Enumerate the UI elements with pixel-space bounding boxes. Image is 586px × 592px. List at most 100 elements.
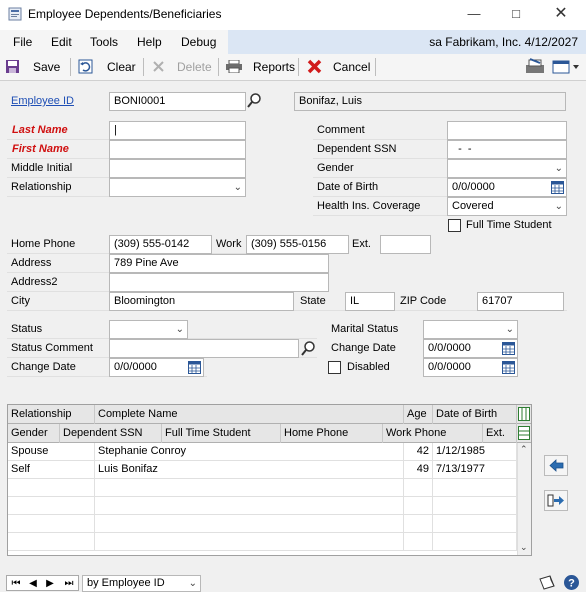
menu-tools[interactable]: Tools: [90, 35, 118, 49]
table-row[interactable]: Spouse Stephanie Conroy 42 1/12/1985: [8, 443, 517, 461]
address2-field[interactable]: [109, 273, 329, 292]
fulltime-student-checkbox[interactable]: [448, 219, 461, 232]
change-date-label: Change Date: [11, 361, 76, 373]
disabled-date-field[interactable]: 0/0/0000: [423, 358, 518, 377]
close-button[interactable]: ✕: [550, 4, 572, 24]
menu-debug[interactable]: Debug: [181, 35, 216, 49]
minimize-button[interactable]: —: [463, 4, 485, 24]
table-row[interactable]: [8, 533, 517, 551]
city-field[interactable]: Bloomington: [109, 292, 294, 311]
delete-button[interactable]: Delete: [177, 60, 212, 74]
menu-file[interactable]: File: [13, 35, 32, 49]
column-header[interactable]: Relationship: [8, 405, 95, 424]
marital-change-date-label: Change Date: [331, 342, 396, 354]
home-phone-field[interactable]: (309) 555-0142: [109, 235, 212, 254]
clear-button[interactable]: Clear: [107, 60, 136, 74]
gender-dropdown[interactable]: ⌄: [447, 159, 567, 178]
sort-order-value: by Employee ID: [87, 577, 165, 589]
table-row[interactable]: Self Luis Bonifaz 49 7/13/1977: [8, 461, 517, 479]
reports-button[interactable]: Reports: [253, 60, 295, 74]
last-name-field[interactable]: |: [109, 121, 246, 140]
ext-field[interactable]: [380, 235, 431, 254]
zip-field[interactable]: 61707: [477, 292, 564, 311]
employee-name-field: Bonifaz, Luis: [294, 92, 566, 111]
previous-record-icon[interactable]: ◀: [26, 577, 40, 591]
sort-order-dropdown[interactable]: by Employee ID ⌄: [82, 575, 201, 592]
disabled-checkbox[interactable]: [328, 361, 341, 374]
change-date-field[interactable]: 0/0/0000: [109, 358, 204, 377]
column-header[interactable]: Gender: [8, 424, 60, 443]
column-header[interactable]: Complete Name: [95, 405, 404, 424]
calendar-icon[interactable]: [502, 342, 515, 355]
status-comment-lookup-icon[interactable]: [300, 340, 317, 357]
status-dropdown[interactable]: ⌄: [109, 320, 188, 339]
column-header[interactable]: Date of Birth: [433, 405, 517, 424]
status-comment-field[interactable]: [109, 339, 299, 358]
print-window-icon[interactable]: [524, 58, 550, 76]
middle-initial-field[interactable]: [109, 159, 246, 178]
delete-icon: [153, 61, 164, 72]
table-row[interactable]: [8, 497, 517, 515]
column-header[interactable]: Home Phone: [281, 424, 383, 443]
calendar-icon[interactable]: [551, 181, 564, 194]
cancel-icon: [307, 59, 322, 74]
status-comment-label: Status Comment: [11, 342, 93, 354]
bottom-bar: ⏮ ◀ ▶ ⏭ by Employee ID ⌄ ?: [0, 572, 586, 592]
last-record-icon[interactable]: ⏭: [62, 577, 76, 591]
chevron-down-icon: ⌄: [188, 578, 197, 589]
column-header[interactable]: Full Time Student: [162, 424, 281, 443]
cancel-button[interactable]: Cancel: [333, 60, 370, 74]
work-phone-field[interactable]: (309) 555-0156: [246, 235, 349, 254]
maximize-button[interactable]: □: [505, 4, 527, 24]
table-row[interactable]: [8, 515, 517, 533]
dependent-ssn-field[interactable]: - -: [447, 140, 567, 159]
address-field[interactable]: 789 Pine Ave: [109, 254, 329, 273]
employee-id-field[interactable]: BONI0001: [109, 92, 246, 111]
first-name-field[interactable]: [109, 140, 246, 159]
dependent-ssn-label: Dependent SSN: [317, 143, 397, 155]
scroll-down-icon[interactable]: ⌄: [520, 542, 528, 553]
next-record-icon[interactable]: ▶: [43, 577, 57, 591]
first-record-icon[interactable]: ⏮: [9, 577, 23, 591]
expand-rows-icon[interactable]: [518, 407, 530, 421]
insert-row-button[interactable]: [544, 490, 568, 511]
table-row[interactable]: [8, 479, 517, 497]
scroll-up-icon[interactable]: ⌃: [520, 444, 528, 455]
column-header[interactable]: Age: [404, 405, 433, 424]
note-icon[interactable]: [538, 575, 556, 591]
address-label: Address: [11, 257, 52, 269]
svg-text:?: ?: [568, 578, 575, 590]
dob-value: 0/0/0000: [452, 181, 495, 193]
lookup-icon[interactable]: [246, 92, 263, 109]
dob-label: Date of Birth: [317, 181, 379, 193]
column-header[interactable]: Dependent SSN: [60, 424, 162, 443]
toolbar: Save Clear Delete Reports Cancel: [0, 54, 586, 81]
collapse-rows-icon[interactable]: [518, 426, 530, 440]
chevron-down-icon: ⌄: [554, 201, 563, 212]
disabled-label: Disabled: [347, 361, 390, 373]
health-coverage-dropdown[interactable]: Covered ⌄: [447, 197, 567, 216]
menu-help[interactable]: Help: [137, 35, 162, 49]
relationship-dropdown[interactable]: ⌄: [109, 178, 246, 197]
employee-id-link[interactable]: Employee ID: [11, 95, 74, 107]
marital-change-date-field[interactable]: 0/0/0000: [423, 339, 518, 358]
comment-field[interactable]: [447, 121, 567, 140]
save-button[interactable]: Save: [33, 60, 60, 74]
state-field[interactable]: IL: [345, 292, 395, 311]
column-header[interactable]: Work Phone: [383, 424, 483, 443]
grid-header-row-1: Relationship Complete Name Age Date of B…: [8, 405, 531, 424]
save-icon: [6, 60, 19, 73]
column-header[interactable]: Ext.: [483, 424, 517, 443]
help-icon[interactable]: ?: [563, 574, 580, 591]
window-menu-icon[interactable]: [552, 60, 580, 74]
move-left-button[interactable]: [544, 455, 568, 476]
cell-relationship: Self: [8, 461, 95, 479]
window-title: Employee Dependents/Beneficiaries: [28, 7, 222, 21]
menu-edit[interactable]: Edit: [51, 35, 72, 49]
calendar-icon[interactable]: [502, 361, 515, 374]
marital-status-dropdown[interactable]: ⌄: [423, 320, 518, 339]
grid-scrollbar[interactable]: ⌃ ⌄: [517, 443, 531, 555]
printer-icon: [226, 60, 242, 73]
calendar-icon[interactable]: [188, 361, 201, 374]
dob-field[interactable]: 0/0/0000: [447, 178, 567, 197]
